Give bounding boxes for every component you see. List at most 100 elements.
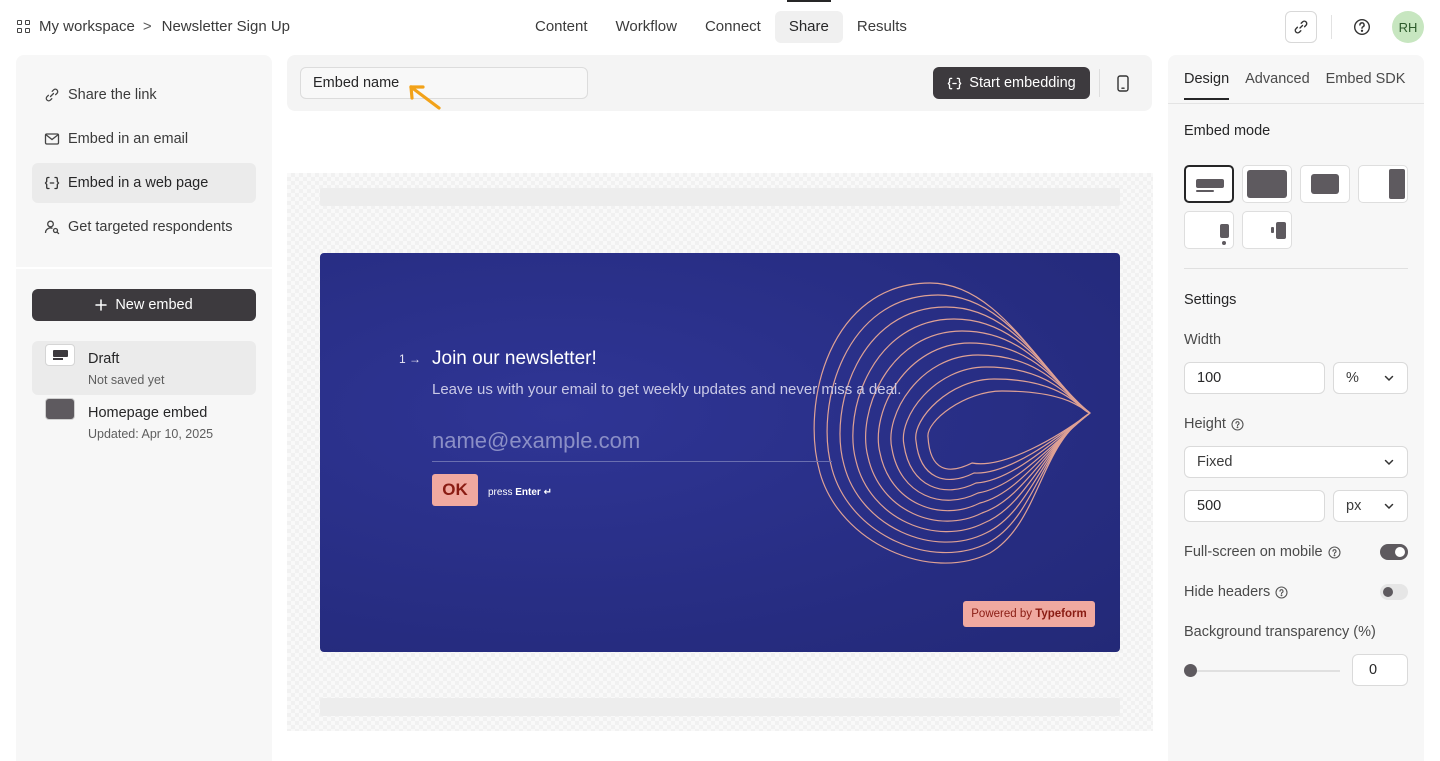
embed-email-option[interactable]: Embed in an email: [32, 119, 256, 159]
divider: [1099, 69, 1100, 97]
mail-icon: [44, 133, 60, 145]
divider: [1184, 268, 1408, 269]
targeted-respondents-option[interactable]: Get targeted respondents: [32, 207, 256, 247]
share-link-option[interactable]: Share the link: [32, 75, 256, 115]
embed-mode-side-tab[interactable]: [1242, 211, 1292, 249]
transparency-slider-handle[interactable]: [1184, 664, 1197, 677]
workspace-grid-icon[interactable]: [17, 19, 31, 34]
arrow-annotation-icon: [409, 85, 441, 110]
background-transparency-label: Background transparency (%): [1184, 624, 1376, 640]
breadcrumb-form-name[interactable]: Newsletter Sign Up: [162, 18, 290, 35]
hide-headers-text: Hide headers: [1184, 584, 1271, 600]
width-input[interactable]: 100: [1184, 362, 1325, 394]
info-icon[interactable]: [1275, 585, 1288, 599]
embed-mode-full-page[interactable]: [1242, 165, 1292, 203]
fullscreen-mobile-toggle[interactable]: [1380, 544, 1408, 560]
person-search-icon: [44, 220, 60, 235]
ok-button[interactable]: OK: [432, 474, 478, 506]
new-embed-button[interactable]: New embed: [32, 289, 256, 321]
question-description: Leave us with your email to get weekly u…: [432, 381, 902, 398]
help-icon: [1353, 18, 1371, 36]
embed-updated-date: Updated: Apr 10, 2025: [88, 427, 214, 441]
transparency-input[interactable]: 0: [1352, 654, 1408, 686]
fullscreen-mobile-label: Full-screen on mobile: [1184, 544, 1341, 560]
embed-web-page-label: Embed in a web page: [68, 175, 209, 191]
standard-embed-thumbnail-icon: [45, 344, 75, 366]
divider: [16, 267, 272, 269]
height-label-text: Height: [1184, 416, 1226, 432]
link-icon: [1294, 20, 1308, 34]
decorative-swirl-graphic: [813, 282, 1091, 564]
tab-content[interactable]: Content: [521, 11, 602, 43]
height-mode-value: Fixed: [1197, 454, 1233, 470]
info-icon[interactable]: [1231, 417, 1244, 431]
code-bracket-icon: [947, 77, 962, 89]
help-button[interactable]: [1346, 11, 1378, 43]
embed-mode-heading: Embed mode: [1184, 123, 1271, 139]
breadcrumb-workspace[interactable]: My workspace: [39, 18, 135, 35]
user-avatar[interactable]: RH: [1392, 11, 1424, 43]
top-navigation: My workspace > Newsletter Sign Up Conten…: [0, 0, 1440, 54]
hide-headers-toggle[interactable]: [1380, 584, 1408, 600]
toggle-knob: [1395, 547, 1405, 557]
embed-list-item-draft[interactable]: Draft Not saved yet: [32, 341, 256, 395]
width-unit-select[interactable]: %: [1333, 362, 1408, 394]
copy-link-button[interactable]: [1285, 11, 1317, 43]
height-label: Height: [1184, 416, 1244, 432]
tab-connect[interactable]: Connect: [691, 11, 775, 43]
height-input[interactable]: 500: [1184, 490, 1325, 522]
tab-advanced[interactable]: Advanced: [1245, 71, 1310, 100]
embed-status: Not saved yet: [88, 373, 165, 387]
embed-title: Draft: [88, 351, 120, 367]
embed-email-label: Embed in an email: [68, 131, 189, 147]
embed-list-item-homepage[interactable]: Homepage embed Updated: Apr 10, 2025: [32, 395, 256, 449]
start-embedding-label: Start embedding: [969, 75, 1076, 91]
mobile-phone-icon: [1117, 74, 1129, 92]
share-sidebar: Share the link Embed in an email Embed i…: [16, 55, 272, 761]
tab-workflow[interactable]: Workflow: [602, 11, 691, 43]
placeholder-bar: [320, 698, 1120, 716]
settings-tabs: Design Advanced Embed SDK: [1184, 71, 1405, 100]
press-enter-hint: press Enter ↵: [488, 487, 552, 498]
embed-toolbar: Embed name Start embedding: [287, 55, 1152, 111]
placeholder-bar: [320, 188, 1120, 206]
breadcrumb: My workspace > Newsletter Sign Up: [17, 18, 290, 35]
design-settings-panel: Design Advanced Embed SDK Embed mode Set…: [1168, 55, 1424, 761]
settings-heading: Settings: [1184, 292, 1237, 308]
plus-icon: [95, 299, 108, 311]
height-unit-select[interactable]: px: [1333, 490, 1408, 522]
hide-headers-label: Hide headers: [1184, 584, 1288, 600]
start-embedding-button[interactable]: Start embedding: [933, 67, 1090, 99]
tab-share[interactable]: Share: [774, 0, 843, 43]
top-right-actions: RH: [1285, 11, 1424, 43]
embed-mode-standard[interactable]: [1184, 165, 1234, 203]
embed-mode-popup[interactable]: [1300, 165, 1350, 203]
email-field[interactable]: name@example.com: [432, 428, 832, 462]
height-mode-select[interactable]: Fixed: [1184, 446, 1408, 478]
divider: [1331, 15, 1332, 39]
height-unit-value: px: [1346, 498, 1362, 514]
targeted-respondents-label: Get targeted respondents: [68, 219, 233, 235]
fullscreen-mobile-text: Full-screen on mobile: [1184, 544, 1323, 560]
embed-title: Homepage embed: [88, 405, 208, 421]
tab-design[interactable]: Design: [1184, 71, 1230, 100]
tab-results[interactable]: Results: [843, 11, 921, 43]
divider: [1168, 103, 1424, 104]
code-bracket-icon: [44, 176, 60, 190]
powered-by-badge[interactable]: Powered by Typeform: [963, 601, 1095, 627]
info-icon[interactable]: [1328, 545, 1341, 559]
embed-preview-area: 1 → Join our newsletter! Leave us with y…: [287, 173, 1153, 731]
chevron-down-icon: [1384, 375, 1394, 382]
link-icon: [45, 88, 59, 102]
full-page-embed-thumbnail-icon: [45, 398, 75, 420]
embed-mode-slider[interactable]: [1358, 165, 1408, 203]
embed-mode-popover[interactable]: [1184, 211, 1234, 249]
embed-web-page-option[interactable]: Embed in a web page: [32, 163, 256, 203]
question-title: Join our newsletter!: [432, 348, 597, 369]
main-tabs: Content Workflow Connect Share Results: [521, 0, 921, 43]
breadcrumb-separator: >: [142, 18, 152, 35]
transparency-slider-track[interactable]: [1190, 670, 1340, 672]
mobile-preview-button[interactable]: [1109, 69, 1137, 97]
width-label: Width: [1184, 332, 1222, 348]
tab-embed-sdk[interactable]: Embed SDK: [1326, 71, 1406, 100]
